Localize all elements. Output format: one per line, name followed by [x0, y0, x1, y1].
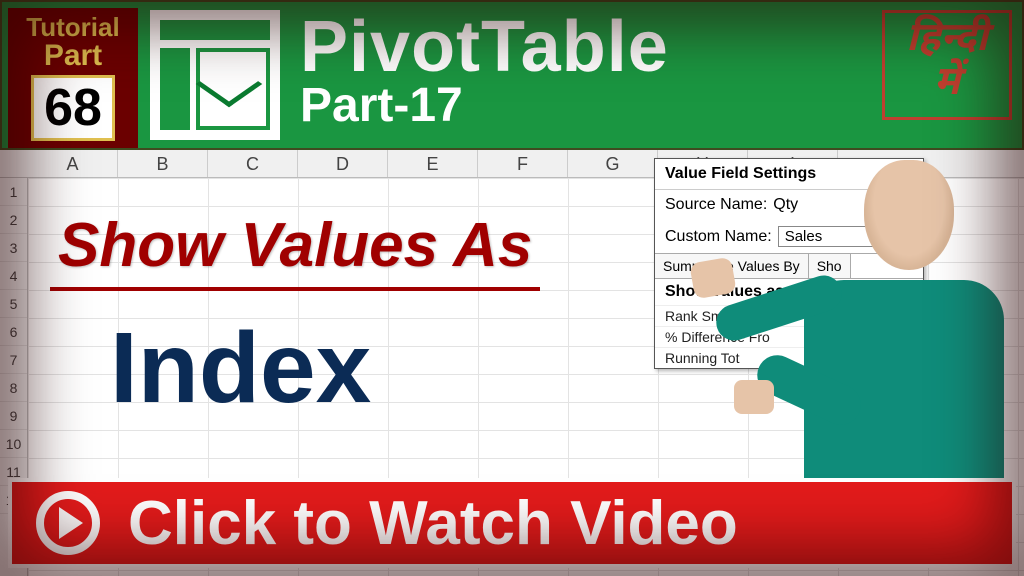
source-name-label: Source Name: — [665, 196, 767, 214]
row-header: 4 — [0, 262, 27, 290]
col-header: G — [568, 150, 658, 177]
cta-bar[interactable]: Click to Watch Video — [8, 478, 1016, 568]
row-header: 10 — [0, 430, 27, 458]
tab-summarize[interactable]: Summarize Values By — [655, 254, 809, 278]
row-header: 9 — [0, 402, 27, 430]
list-item[interactable]: % Difference Fro — [655, 326, 923, 347]
index-label: Index — [110, 311, 540, 426]
custom-name-input[interactable]: Sales — [778, 226, 913, 247]
hindi-line2: में — [885, 63, 1009, 107]
show-values-as-subhead: Show values as — [655, 279, 923, 305]
row-header: 1 — [0, 178, 27, 206]
col-header: F — [478, 150, 568, 177]
play-icon — [36, 491, 100, 555]
list-item[interactable]: Running Tot — [655, 347, 923, 368]
list-item[interactable]: Rank Smallest to La — [655, 305, 923, 326]
tutorial-part-badge: Tutorial Part 68 — [8, 8, 138, 148]
hindi-line1: हिन्दी — [885, 19, 1009, 63]
col-header: B — [118, 150, 208, 177]
row-header: 8 — [0, 374, 27, 402]
row-header: 2 — [0, 206, 27, 234]
dialog-tabbar: Summarize Values By Sho — [655, 253, 923, 279]
title-main: PivotTable — [300, 6, 669, 88]
cta-text: Click to Watch Video — [128, 488, 738, 559]
value-field-settings-dialog: Value Field Settings Source Name: Qty Cu… — [654, 158, 924, 369]
title-block: PivotTable Part-17 — [300, 6, 669, 133]
custom-name-label: Custom Name: — [665, 228, 772, 246]
pivottable-icon — [150, 10, 280, 140]
row-header: 3 — [0, 234, 27, 262]
row-header: 6 — [0, 318, 27, 346]
hindi-badge: हिन्दी में — [882, 10, 1012, 120]
dialog-title: Value Field Settings — [655, 159, 923, 190]
tab-show-values[interactable]: Sho — [809, 254, 851, 278]
part-label: Part — [12, 39, 134, 73]
part-number: 68 — [31, 75, 115, 141]
col-header: C — [208, 150, 298, 177]
show-values-as-label: Show Values As — [50, 210, 540, 291]
col-header: D — [298, 150, 388, 177]
row-header: 7 — [0, 346, 27, 374]
col-header: E — [388, 150, 478, 177]
source-name-value: Qty — [773, 196, 798, 214]
col-header: A — [28, 150, 118, 177]
center-text: Show Values As Index — [50, 210, 540, 426]
row-header: 5 — [0, 290, 27, 318]
